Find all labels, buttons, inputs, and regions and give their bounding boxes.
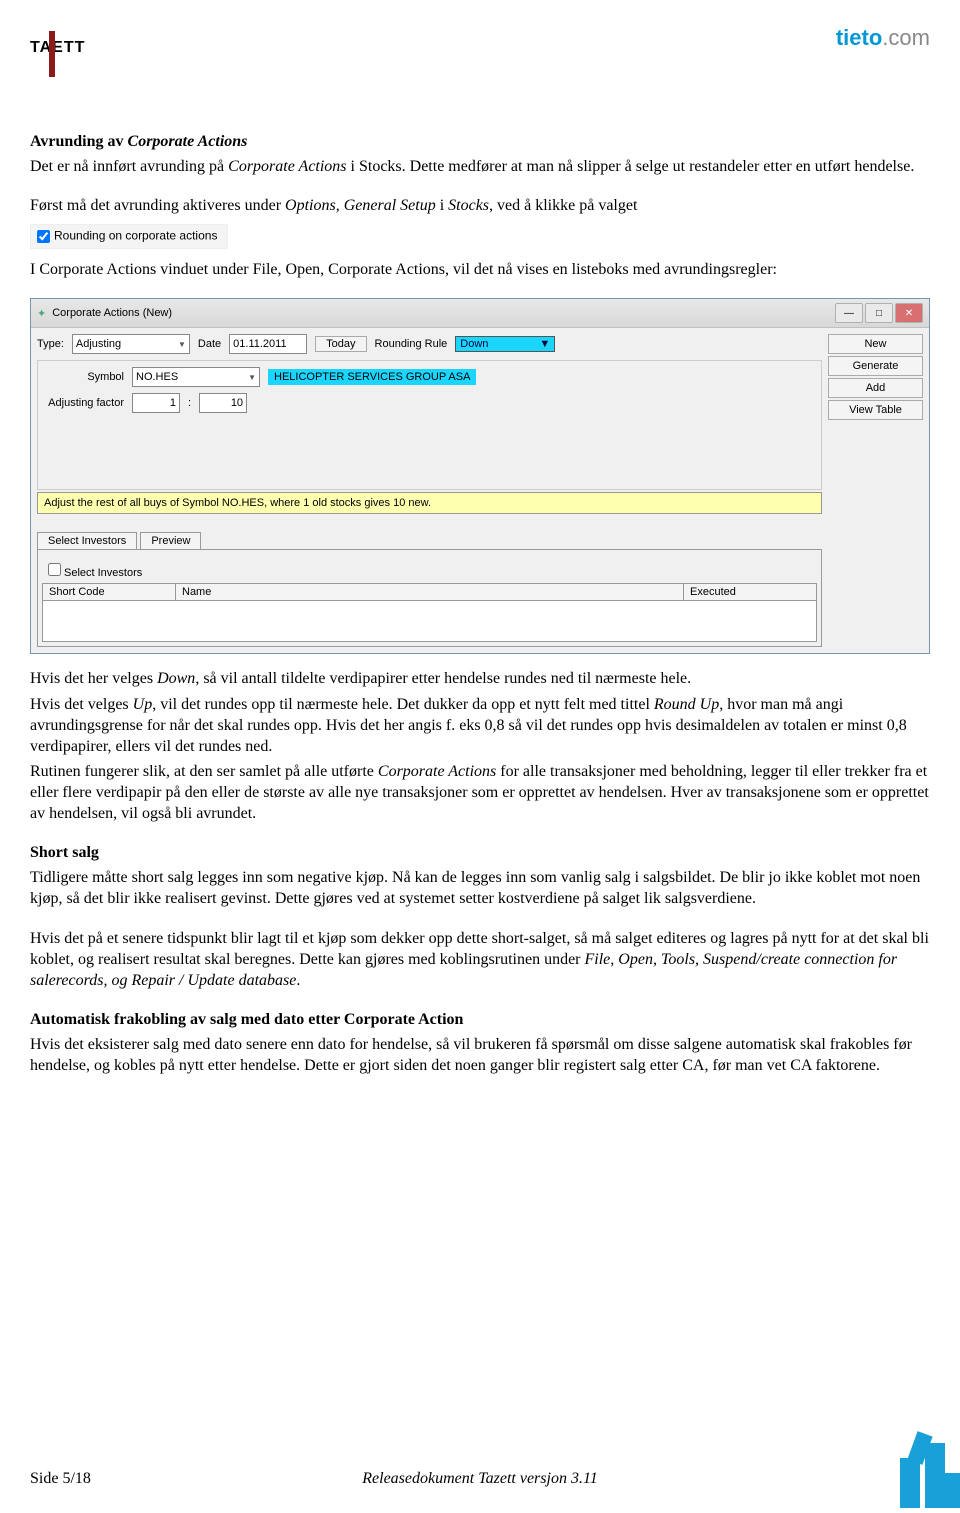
heading-1-text: Avrunding av <box>30 133 128 150</box>
para-3: I Corporate Actions vinduet under File, … <box>30 259 930 280</box>
details-panel: Symbol NO.HES▼ HELICOPTER SERVICES GROUP… <box>37 360 822 490</box>
adjusting-factor-label: Adjusting factor <box>44 397 124 409</box>
heading-frakobling: Automatisk frakobling av salg med dato e… <box>30 1009 930 1030</box>
col-executed: Executed <box>684 584 816 600</box>
para-down: Hvis det her velges Down, så vil antall … <box>30 668 930 689</box>
minimize-button[interactable]: — <box>835 303 863 323</box>
symbol-label: Symbol <box>44 371 124 383</box>
select-investors-checkbox[interactable] <box>48 563 61 576</box>
tab-preview[interactable]: Preview <box>140 532 201 549</box>
window-side-buttons: New Generate Add View Table <box>828 334 923 647</box>
heading-1-italic: Corporate Actions <box>128 133 248 150</box>
tabs: Select Investors Preview <box>37 532 822 549</box>
generate-button[interactable]: Generate <box>828 356 923 376</box>
rounding-checkbox-label: Rounding on corporate actions <box>54 229 217 243</box>
company-name: HELICOPTER SERVICES GROUP ASA <box>268 369 476 385</box>
footer-doc-title: Releasedokument Tazett versjon 3.11 <box>362 1470 598 1488</box>
adjusting-factor-a[interactable] <box>132 393 180 413</box>
rounding-checkbox[interactable] <box>37 230 50 243</box>
logo-bar-icon <box>49 31 55 77</box>
tieto-text: tieto <box>836 25 882 50</box>
heading-short-salg: Short salg <box>30 842 930 863</box>
corporate-actions-window: ✦ Corporate Actions (New) — □ ✕ Type: Ad… <box>30 298 930 654</box>
type-label: Type: <box>37 338 64 350</box>
para-1: Det er nå innført avrunding på Corporate… <box>30 156 930 177</box>
select-investors-label: Select Investors <box>64 567 142 579</box>
chevron-down-icon: ▼ <box>539 338 550 350</box>
heading-1: Avrunding av Corporate Actions <box>30 131 930 152</box>
page-header: TAETT tieto.com <box>30 25 930 71</box>
colon-sep: : <box>188 397 191 409</box>
section-short-salg-2: Hvis det på et senere tidspunkt blir lag… <box>30 928 930 991</box>
window-icon: ✦ <box>37 307 46 320</box>
para-short-2: Hvis det på et senere tidspunkt blir lag… <box>30 928 930 991</box>
para-2: Først må det avrunding aktiveres under O… <box>30 195 930 216</box>
tieto-logo: tieto.com <box>836 25 930 51</box>
grid-header: Short Code Name Executed <box>42 583 817 601</box>
corner-decoration-icon <box>840 1388 960 1508</box>
para-up: Hvis det velges Up, vil det rundes opp t… <box>30 694 930 757</box>
col-short-code: Short Code <box>43 584 176 600</box>
para-rutine: Rutinen fungerer slik, at den ser samlet… <box>30 761 930 824</box>
rounding-checkbox-image: Rounding on corporate actions <box>30 224 228 249</box>
chevron-down-icon: ▼ <box>174 340 186 349</box>
para-short-1: Tidligere måtte short salg legges inn so… <box>30 867 930 909</box>
tazett-logo: TAETT <box>30 25 85 71</box>
section-options: Først må det avrunding aktiveres under O… <box>30 195 930 280</box>
chevron-down-icon: ▼ <box>244 373 256 382</box>
window-titlebar: ✦ Corporate Actions (New) — □ ✕ <box>31 299 929 328</box>
para-frakobling: Hvis det eksisterer salg med dato senere… <box>30 1034 930 1076</box>
logo-text-b: ETT <box>52 39 85 56</box>
close-button[interactable]: ✕ <box>895 303 923 323</box>
rounding-rule-combo[interactable]: Down▼ <box>455 336 555 352</box>
type-combo[interactable]: Adjusting▼ <box>72 334 190 354</box>
maximize-button[interactable]: □ <box>865 303 893 323</box>
select-investors-row: Select Investors <box>44 560 815 579</box>
date-input[interactable] <box>229 334 307 354</box>
section-avrunding: Avrunding av Corporate Actions Det er nå… <box>30 131 930 177</box>
new-button[interactable]: New <box>828 334 923 354</box>
symbol-combo[interactable]: NO.HES▼ <box>132 367 260 387</box>
window-title: Corporate Actions (New) <box>52 307 172 319</box>
date-label: Date <box>198 338 221 350</box>
window-main: Type: Adjusting▼ Date Today Rounding Rul… <box>37 334 822 647</box>
tab-select-investors[interactable]: Select Investors <box>37 532 137 549</box>
view-table-button[interactable]: View Table <box>828 400 923 420</box>
add-button[interactable]: Add <box>828 378 923 398</box>
today-button[interactable]: Today <box>315 336 366 352</box>
page-footer: Side 5/18 Releasedokument Tazett versjon… <box>30 1470 930 1488</box>
tieto-com: .com <box>882 25 930 50</box>
section-down-up: Hvis det her velges Down, så vil antall … <box>30 668 930 824</box>
footer-page-number: Side 5/18 <box>30 1470 91 1488</box>
adjusting-factor-b[interactable] <box>199 393 247 413</box>
message-bar: Adjust the rest of all buys of Symbol NO… <box>37 492 822 514</box>
rounding-rule-label: Rounding Rule <box>375 338 448 350</box>
section-short-salg: Short salg Tidligere måtte short salg le… <box>30 842 930 909</box>
section-frakobling: Automatisk frakobling av salg med dato e… <box>30 1009 930 1076</box>
col-name: Name <box>176 584 684 600</box>
grid-body[interactable] <box>42 601 817 642</box>
